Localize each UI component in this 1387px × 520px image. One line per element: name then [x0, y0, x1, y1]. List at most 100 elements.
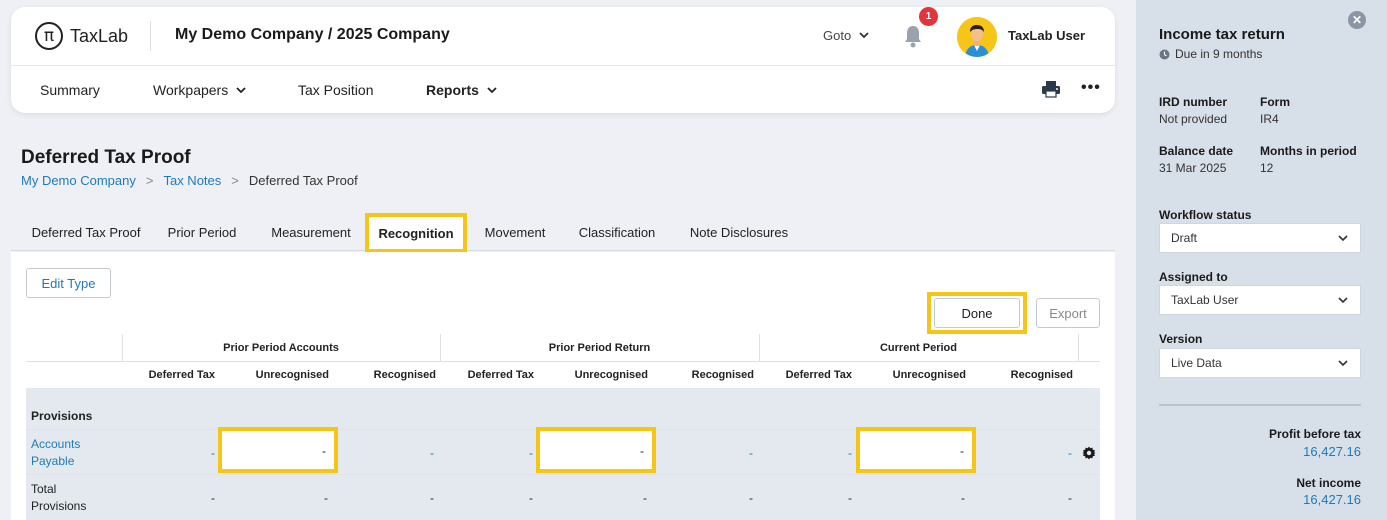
net-income-value[interactable]: 16,427.16: [1303, 492, 1361, 507]
logo-pi-icon: π: [35, 22, 63, 50]
sidebar-title: Income tax return: [1159, 26, 1285, 43]
table-cell[interactable]: -: [354, 446, 434, 460]
assigned-to-label: Assigned to: [1159, 270, 1228, 284]
more-options-icon[interactable]: •••: [1081, 79, 1101, 97]
group-header-prior-period-accounts: Prior Period Accounts: [223, 341, 339, 354]
column-header: Recognised: [1010, 369, 1073, 381]
table-cell[interactable]: -: [453, 446, 533, 460]
unrecognised-input-prior-accounts[interactable]: -: [218, 427, 338, 473]
months-in-period-value: 12: [1260, 161, 1274, 175]
workflow-status-label: Workflow status: [1159, 208, 1252, 222]
version-label: Version: [1159, 332, 1203, 346]
printer-icon[interactable]: [1041, 80, 1061, 98]
tab-prior-period[interactable]: Prior Period: [159, 213, 245, 251]
tab-bar: Deferred Tax Proof Prior Period Measurem…: [11, 213, 1115, 253]
version-select[interactable]: Live Data: [1159, 348, 1361, 378]
assigned-to-select[interactable]: TaxLab User: [1159, 285, 1361, 315]
close-icon[interactable]: ✕: [1348, 11, 1366, 29]
tab-deferred-tax-proof[interactable]: Deferred Tax Proof: [17, 213, 155, 251]
form-value: IR4: [1260, 112, 1279, 126]
goto-dropdown[interactable]: Goto: [823, 28, 869, 43]
breadcrumb-current: Deferred Tax Proof: [248, 173, 358, 188]
done-button-highlight: Done: [927, 292, 1027, 334]
nav-workpapers[interactable]: Workpapers: [153, 82, 246, 98]
row-accounts-payable-label[interactable]: Accounts Payable: [31, 436, 101, 470]
logo-text: TaxLab: [70, 25, 129, 46]
table-cell: -: [529, 491, 533, 505]
edit-type-button[interactable]: Edit Type: [26, 268, 111, 298]
chevron-down-icon: [859, 32, 869, 39]
column-header: Unrecognised: [574, 369, 648, 381]
input-value: -: [960, 444, 964, 458]
done-button[interactable]: Done: [934, 298, 1020, 328]
header-card: π TaxLab My Demo Company / 2025 Company …: [11, 7, 1115, 113]
main-nav: Summary Workpapers Tax Position Reports …: [11, 66, 1115, 113]
version-value: Live Data: [1171, 356, 1222, 370]
table-cell: -: [211, 491, 215, 505]
table-cell: -: [1068, 491, 1072, 505]
nav-tax-position-label: Tax Position: [298, 82, 374, 98]
group-divider: [1078, 334, 1079, 361]
form-label: Form: [1260, 95, 1290, 109]
breadcrumb-tax-notes[interactable]: Tax Notes: [163, 173, 221, 188]
column-header: Unrecognised: [255, 369, 329, 381]
breadcrumb-separator: >: [231, 173, 239, 188]
nav-reports[interactable]: Reports: [426, 82, 497, 98]
group-header-prior-period-return: Prior Period Return: [548, 341, 651, 354]
clock-icon: [1159, 49, 1170, 59]
nav-summary[interactable]: Summary: [40, 82, 100, 98]
balance-date-value: 31 Mar 2025: [1159, 161, 1227, 175]
user-name[interactable]: TaxLab User: [1008, 28, 1085, 43]
table-cell[interactable]: -: [772, 446, 852, 460]
column-header: Deferred Tax: [148, 369, 215, 381]
breadcrumb-company[interactable]: My Demo Company: [21, 173, 136, 188]
taxlab-logo[interactable]: π TaxLab: [35, 22, 128, 50]
ird-number-label: IRD number: [1159, 95, 1228, 109]
assigned-to-value: TaxLab User: [1171, 293, 1239, 307]
unrecognised-input-prior-return[interactable]: -: [536, 427, 656, 473]
table-cell: -: [430, 491, 434, 505]
group-header-current-period: Current Period: [879, 341, 957, 354]
table-cell: -: [848, 491, 852, 505]
unrecognised-input-current-period[interactable]: -: [856, 427, 976, 473]
header-divider: [150, 21, 151, 51]
nav-reports-label: Reports: [426, 82, 479, 98]
tab-recognition[interactable]: Recognition: [365, 213, 467, 253]
chevron-down-icon: [1338, 235, 1348, 242]
tab-note-disclosures[interactable]: Note Disclosures: [683, 213, 795, 251]
tab-measurement[interactable]: Measurement: [261, 213, 361, 251]
return-sidebar: ✕ Income tax return Due in 9 months IRD …: [1136, 0, 1387, 520]
table-cell[interactable]: -: [992, 446, 1072, 460]
tab-classification[interactable]: Classification: [571, 213, 663, 251]
breadcrumb-separator: >: [145, 173, 154, 188]
table-cell: -: [324, 491, 328, 505]
gear-icon[interactable]: [1082, 446, 1096, 460]
nav-workpapers-label: Workpapers: [153, 82, 229, 98]
table-cell[interactable]: -: [673, 446, 753, 460]
column-header: Recognised: [691, 369, 754, 381]
chevron-down-icon: [487, 86, 497, 93]
table-cell[interactable]: -: [135, 446, 215, 460]
table-cell: -: [961, 491, 965, 505]
avatar[interactable]: [957, 17, 997, 57]
profit-before-tax-label: Profit before tax: [1268, 427, 1361, 441]
row-total-provisions-label: Total Provisions: [31, 482, 87, 513]
nav-tax-position[interactable]: Tax Position: [298, 82, 373, 98]
bell-icon[interactable]: [903, 24, 923, 48]
tab-movement[interactable]: Movement: [477, 213, 553, 251]
user-avatar-icon: [957, 17, 997, 57]
input-value: -: [322, 444, 326, 458]
column-header: Unrecognised: [892, 369, 966, 381]
chevron-down-icon: [1338, 297, 1348, 304]
workflow-status-select[interactable]: Draft: [1159, 223, 1361, 253]
breadcrumb: My Demo Company > Tax Notes > Deferred T…: [21, 173, 358, 188]
nav-summary-label: Summary: [40, 82, 100, 98]
ird-number-value: Not provided: [1159, 112, 1228, 126]
column-header: Deferred Tax: [785, 369, 852, 381]
company-title: My Demo Company / 2025 Company: [175, 26, 450, 43]
section-provisions: Provisions: [31, 409, 93, 423]
input-value: -: [640, 444, 644, 458]
balance-date-label: Balance date: [1159, 144, 1234, 158]
export-button[interactable]: Export: [1036, 298, 1100, 328]
profit-before-tax-value[interactable]: 16,427.16: [1303, 444, 1361, 459]
